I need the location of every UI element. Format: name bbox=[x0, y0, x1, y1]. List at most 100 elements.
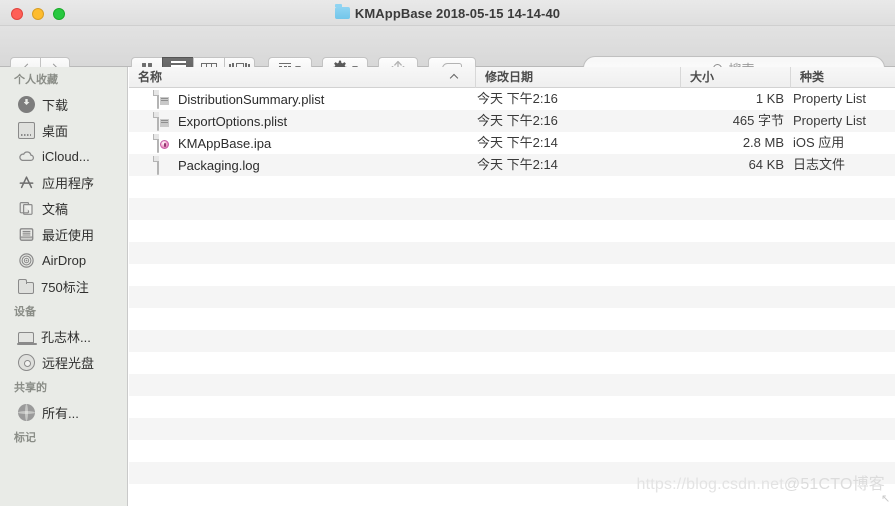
sidebar-item-label: 所有... bbox=[42, 405, 79, 421]
sidebar-item-label: 下载 bbox=[42, 97, 69, 113]
sidebar-item-label: 应用程序 bbox=[42, 175, 95, 191]
table-row[interactable]: ExportOptions.plist 今天 下午2:16 465 字节 Proper… bbox=[129, 110, 895, 132]
finder-window: KMAppBase 2018-05-15 14-14-40 个人收藏 下载 桌面… bbox=[0, 0, 895, 506]
sidebar-item-airdrop[interactable]: AirDrop bbox=[0, 247, 127, 273]
sidebar-item-label: 桌面 bbox=[42, 123, 69, 139]
cell-kind: iOS 应用 bbox=[793, 132, 844, 154]
cell-kind: 日志文件 bbox=[793, 154, 845, 176]
log-file-icon bbox=[157, 155, 171, 175]
empty-row bbox=[129, 176, 895, 198]
sidebar-item-孔志林[interactable]: 孔志林... bbox=[0, 323, 127, 349]
empty-row bbox=[129, 330, 895, 352]
sidebar-section-header: 设备 bbox=[14, 306, 36, 318]
sidebar-section-header: 共享的 bbox=[14, 382, 47, 394]
sidebar[interactable]: 个人收藏下载桌面 iCloud... 应用程序文稿最近使用 AirDrop 750标注设… bbox=[0, 67, 128, 506]
sidebar-item-label: iCloud... bbox=[42, 148, 90, 164]
empty-row bbox=[129, 308, 895, 330]
sidebar-item-label: 远程光盘 bbox=[42, 355, 95, 371]
empty-row bbox=[129, 198, 895, 220]
sidebar-item-label: 文稿 bbox=[42, 201, 69, 217]
sidebar-item-下载[interactable]: 下载 bbox=[0, 91, 127, 117]
file-name: ExportOptions.plist bbox=[178, 113, 288, 129]
desktop-icon bbox=[18, 121, 35, 139]
empty-row bbox=[129, 374, 895, 396]
empty-row bbox=[129, 440, 895, 462]
minimize-button[interactable] bbox=[32, 8, 44, 20]
folder-icon bbox=[334, 4, 350, 19]
sidebar-item-label: 孔志林... bbox=[41, 329, 91, 345]
column-header-date[interactable]: 修改日期 bbox=[475, 67, 680, 88]
sidebar-item-桌面[interactable]: 桌面 bbox=[0, 117, 127, 143]
sidebar-item-所有[interactable]: 所有... bbox=[0, 399, 127, 425]
file-rows: DistributionSummary.plist 今天 下午2:16 1 KB Pr… bbox=[129, 88, 895, 484]
column-header-kind[interactable]: 种类 bbox=[790, 67, 895, 88]
cell-date: 今天 下午2:14 bbox=[477, 132, 558, 154]
sidebar-item-label: 750标注 bbox=[41, 279, 89, 295]
cell-date-text: 今天 下午2:14 bbox=[477, 157, 558, 172]
cell-date: 今天 下午2:16 bbox=[477, 110, 558, 132]
cell-date: 今天 下午2:14 bbox=[477, 154, 558, 176]
sidebar-item-icloud[interactable]: iCloud... bbox=[0, 143, 127, 169]
cell-name: DistributionSummary.plist bbox=[129, 88, 324, 110]
airdrop-icon bbox=[18, 252, 35, 269]
toolbar: 搜索 bbox=[0, 26, 895, 80]
globe-icon bbox=[18, 403, 35, 421]
cell-date-text: 今天 下午2:14 bbox=[477, 135, 558, 150]
cell-size-text: 465 字节 bbox=[732, 113, 784, 128]
table-row[interactable]: DistributionSummary.plist 今天 下午2:16 1 KB Pr… bbox=[129, 88, 895, 110]
laptop-icon bbox=[17, 332, 37, 345]
empty-row bbox=[129, 462, 895, 484]
cell-size: 2.8 MB bbox=[649, 132, 784, 154]
cell-size: 465 字节 bbox=[649, 110, 784, 132]
title-bar: KMAppBase 2018-05-15 14-14-40 bbox=[0, 0, 895, 26]
cell-size-text: 2.8 MB bbox=[742, 135, 784, 150]
cell-date-text: 今天 下午2:16 bbox=[477, 113, 558, 128]
column-header-size[interactable]: 大小 bbox=[680, 67, 790, 88]
cell-name: KMAppBase.ipa bbox=[129, 132, 271, 154]
table-row[interactable]: Packaging.log 今天 下午2:14 64 KB 日志文件 bbox=[129, 154, 895, 176]
empty-row bbox=[129, 396, 895, 418]
sidebar-item-最近使用[interactable]: 最近使用 bbox=[0, 221, 127, 247]
cell-size-text: 1 KB bbox=[755, 91, 784, 106]
empty-row bbox=[129, 286, 895, 308]
empty-row bbox=[129, 242, 895, 264]
sidebar-section-header: 标记 bbox=[14, 432, 36, 444]
cell-size: 64 KB bbox=[649, 154, 784, 176]
sidebar-item-应用程序[interactable]: 应用程序 bbox=[0, 169, 127, 195]
cell-size-text: 64 KB bbox=[748, 157, 784, 172]
cell-kind-text: iOS 应用 bbox=[793, 135, 845, 150]
folder-icon bbox=[17, 279, 34, 294]
documents-icon bbox=[18, 200, 35, 217]
title-wrap: KMAppBase 2018-05-15 14-14-40 bbox=[0, 0, 895, 26]
sidebar-section-header: 个人收藏 bbox=[14, 74, 58, 86]
plist-file-icon bbox=[157, 111, 171, 131]
sidebar-item-label: AirDrop bbox=[42, 252, 87, 268]
ipa-file-icon bbox=[157, 133, 171, 153]
table-row[interactable]: KMAppBase.ipa 今天 下午2:14 2.8 MB iOS 应用 bbox=[129, 132, 895, 154]
applications-icon bbox=[18, 174, 35, 191]
cell-kind: Property List bbox=[793, 88, 866, 110]
cell-name: ExportOptions.plist bbox=[129, 110, 287, 132]
scroll-corner: ↖ bbox=[881, 493, 891, 505]
cloud-icon bbox=[18, 148, 35, 165]
close-button[interactable] bbox=[11, 8, 23, 20]
empty-row bbox=[129, 418, 895, 440]
sidebar-item-文稿[interactable]: 文稿 bbox=[0, 195, 127, 221]
cell-kind-text: Property List bbox=[793, 113, 866, 128]
column-header-name[interactable]: 名称 bbox=[129, 67, 475, 88]
sidebar-item-远程光盘[interactable]: 远程光盘 bbox=[0, 349, 127, 375]
sidebar-item-750标注[interactable]: 750标注 bbox=[0, 273, 127, 299]
maximize-button[interactable] bbox=[53, 8, 65, 20]
cell-date: 今天 下午2:16 bbox=[477, 88, 558, 110]
window-title: KMAppBase 2018-05-15 14-14-40 bbox=[354, 5, 561, 21]
empty-row bbox=[129, 220, 895, 242]
download-icon bbox=[18, 95, 35, 113]
file-list-pane: 名称 修改日期 大小 种类 DistributionSummary.plist 今… bbox=[129, 67, 895, 506]
file-name: Packaging.log bbox=[178, 157, 260, 173]
cell-kind: Property List bbox=[793, 110, 866, 132]
disc-icon bbox=[18, 353, 35, 371]
sidebar-item-label: 最近使用 bbox=[42, 227, 95, 243]
cell-kind-text: Property List bbox=[793, 91, 866, 106]
empty-row bbox=[129, 264, 895, 286]
cell-size: 1 KB bbox=[649, 88, 784, 110]
